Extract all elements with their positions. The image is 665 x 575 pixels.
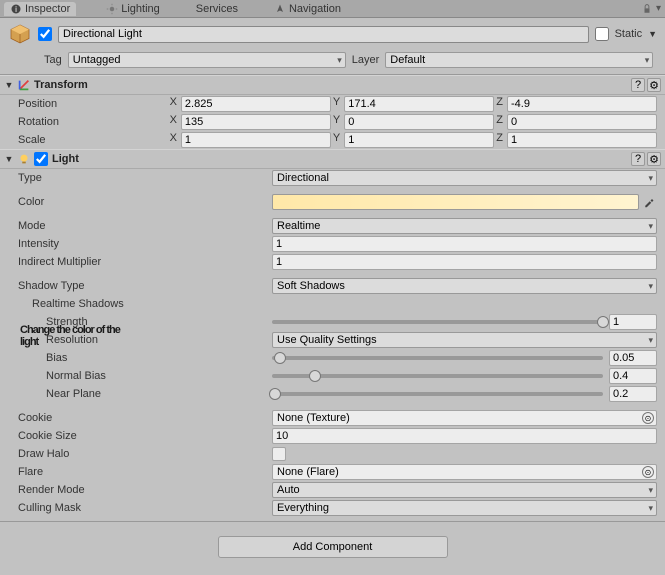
rotation-label: Rotation — [18, 116, 170, 128]
tab-inspector[interactable]: i Inspector — [4, 2, 76, 16]
foldout-icon[interactable]: ▼ — [4, 154, 14, 164]
tab-inspector-label: Inspector — [25, 3, 70, 15]
strength-label: Strength — [18, 316, 272, 328]
intensity-label: Intensity — [18, 238, 272, 250]
light-enable-checkbox[interactable] — [34, 152, 48, 166]
layer-label: Layer — [352, 54, 380, 66]
gameobject-icon — [8, 22, 32, 46]
light-title: Light — [52, 153, 631, 165]
svg-text:i: i — [15, 5, 17, 14]
static-checkbox[interactable] — [595, 27, 609, 41]
rotation-y-input[interactable] — [344, 114, 494, 130]
transform-scale-row: Scale X Y Z — [0, 131, 665, 149]
tab-lighting-label: Lighting — [121, 3, 160, 15]
tab-services[interactable]: Services — [190, 2, 244, 16]
intensity-input[interactable] — [272, 236, 657, 252]
static-dropdown-arrow[interactable]: ▼ — [648, 29, 657, 39]
scale-y-input[interactable] — [344, 132, 494, 148]
culling-mask-dropdown[interactable]: Everything — [272, 500, 657, 516]
context-menu-icon[interactable]: ▾ — [656, 3, 661, 14]
light-icon — [17, 152, 31, 166]
transform-rotation-row: Rotation X Y Z — [0, 113, 665, 131]
near-plane-slider[interactable] — [272, 392, 603, 396]
add-component-button[interactable]: Add Component — [218, 536, 448, 558]
info-icon: i — [10, 3, 22, 15]
normal-bias-label: Normal Bias — [18, 370, 272, 382]
culling-mask-label: Culling Mask — [18, 502, 272, 514]
near-plane-label: Near Plane — [18, 388, 272, 400]
position-x-input[interactable] — [181, 96, 331, 112]
bias-value-input[interactable] — [609, 350, 657, 366]
gameobject-active-checkbox[interactable] — [38, 27, 52, 41]
rotation-x-input[interactable] — [181, 114, 331, 130]
mode-label: Mode — [18, 220, 272, 232]
sun-icon — [106, 3, 118, 15]
gameobject-header: Static ▼ — [0, 18, 665, 50]
foldout-icon[interactable]: ▼ — [4, 80, 14, 90]
help-icon[interactable]: ? — [631, 152, 645, 166]
light-type-dropdown[interactable]: Directional — [272, 170, 657, 186]
render-mode-label: Render Mode — [18, 484, 272, 496]
flare-field[interactable]: None (Flare)⊙ — [272, 464, 657, 480]
lock-icon[interactable] — [642, 4, 652, 14]
draw-halo-checkbox[interactable] — [272, 447, 286, 461]
indirect-input[interactable] — [272, 254, 657, 270]
draw-halo-label: Draw Halo — [18, 448, 272, 460]
position-z-input[interactable] — [507, 96, 657, 112]
transform-title: Transform — [34, 79, 631, 91]
light-component-header[interactable]: ▼ Light ? ⚙ — [0, 149, 665, 169]
object-picker-icon[interactable]: ⊙ — [642, 466, 654, 478]
normal-bias-slider[interactable] — [272, 374, 603, 378]
navigation-icon — [274, 3, 286, 15]
transform-icon — [17, 78, 31, 92]
resolution-dropdown[interactable]: Use Quality Settings — [272, 332, 657, 348]
help-icon[interactable]: ? — [631, 78, 645, 92]
type-label: Type — [18, 172, 272, 184]
tag-layer-row: Tag Untagged Layer Default — [0, 50, 665, 74]
resolution-label: Resolution — [18, 334, 272, 346]
layer-dropdown[interactable]: Default — [385, 52, 653, 68]
cookie-size-label: Cookie Size — [18, 430, 272, 442]
rotation-z-input[interactable] — [507, 114, 657, 130]
flare-label: Flare — [18, 466, 272, 478]
gameobject-name-input[interactable] — [58, 26, 589, 43]
gear-icon[interactable]: ⚙ — [647, 152, 661, 166]
light-color-field[interactable] — [272, 194, 639, 210]
shadow-type-dropdown[interactable]: Soft Shadows — [272, 278, 657, 294]
shadow-type-label: Shadow Type — [18, 280, 272, 292]
bias-slider[interactable] — [272, 356, 603, 360]
tab-lighting[interactable]: Lighting — [100, 2, 166, 16]
cookie-size-input[interactable] — [272, 428, 657, 444]
render-mode-dropdown[interactable]: Auto — [272, 482, 657, 498]
bias-label: Bias — [18, 352, 272, 364]
scale-label: Scale — [18, 134, 170, 146]
cookie-label: Cookie — [18, 412, 272, 424]
tab-services-label: Services — [196, 3, 238, 15]
object-picker-icon[interactable]: ⊙ — [642, 412, 654, 424]
position-y-input[interactable] — [344, 96, 494, 112]
tab-navigation[interactable]: Navigation — [268, 2, 347, 16]
eyedropper-icon[interactable] — [641, 194, 657, 210]
normal-bias-value-input[interactable] — [609, 368, 657, 384]
strength-value-input[interactable] — [609, 314, 657, 330]
tab-navigation-label: Navigation — [289, 3, 341, 15]
scale-x-input[interactable] — [181, 132, 331, 148]
cookie-field[interactable]: None (Texture)⊙ — [272, 410, 657, 426]
position-label: Position — [18, 98, 170, 110]
color-label: Color — [18, 196, 272, 208]
transform-position-row: Position X Y Z — [0, 95, 665, 113]
static-label: Static — [615, 28, 643, 40]
tab-bar: i Inspector Lighting Services Navigation… — [0, 0, 665, 18]
light-mode-dropdown[interactable]: Realtime — [272, 218, 657, 234]
transform-component-header[interactable]: ▼ Transform ? ⚙ — [0, 75, 665, 95]
indirect-label: Indirect Multiplier — [18, 256, 272, 268]
gear-icon[interactable]: ⚙ — [647, 78, 661, 92]
realtime-shadows-label: Realtime Shadows — [18, 298, 272, 310]
tag-dropdown[interactable]: Untagged — [68, 52, 346, 68]
tag-label: Tag — [44, 54, 62, 66]
scale-z-input[interactable] — [507, 132, 657, 148]
strength-slider[interactable] — [272, 320, 603, 324]
near-plane-value-input[interactable] — [609, 386, 657, 402]
